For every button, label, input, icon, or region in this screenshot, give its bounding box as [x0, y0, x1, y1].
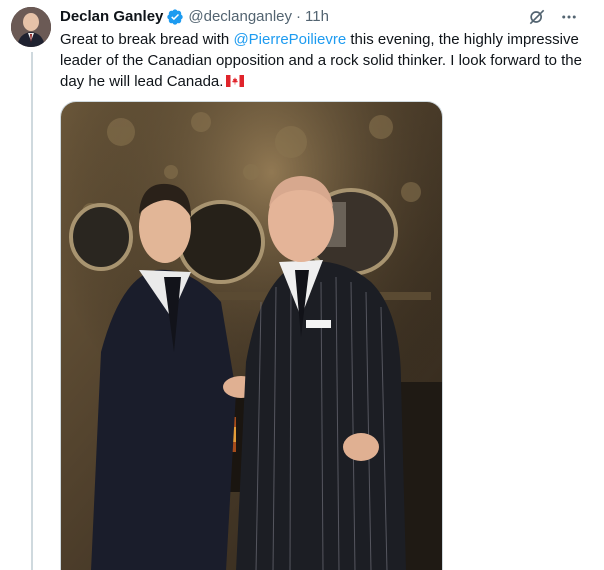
separator-dot: ·	[296, 8, 302, 25]
canada-flag-icon	[226, 72, 245, 87]
tweet-text-part: Great to break bread with	[60, 31, 234, 48]
timestamp[interactable]: 11h	[305, 7, 329, 27]
top-actions	[526, 6, 580, 28]
avatar[interactable]	[11, 7, 51, 47]
grok-icon[interactable]	[526, 6, 548, 28]
photo-image	[61, 102, 442, 570]
more-options-icon[interactable]	[558, 6, 580, 28]
thread-line	[31, 52, 33, 570]
user-handle[interactable]: @declanganley	[188, 7, 292, 27]
tweet-photo[interactable]	[60, 101, 443, 570]
mention-link[interactable]: @PierrePoilievre	[233, 31, 346, 48]
tweet-header: Declan Ganley @declanganley · 11h	[60, 7, 604, 27]
verified-badge-icon	[166, 8, 184, 26]
display-name[interactable]: Declan Ganley	[60, 7, 163, 27]
tweet-text: Great to break bread with @PierrePoiliev…	[60, 29, 585, 92]
